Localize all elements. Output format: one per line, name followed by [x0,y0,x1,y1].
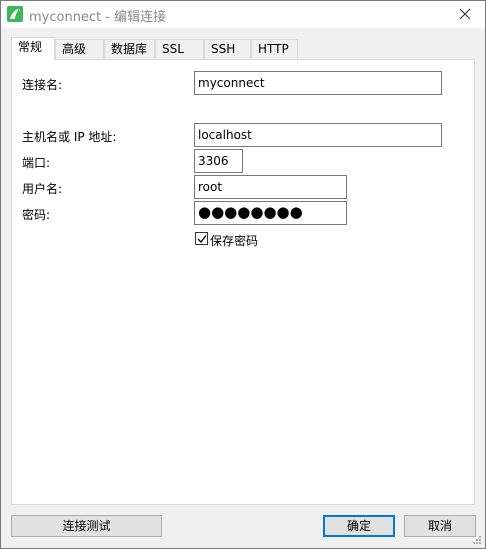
tab-http[interactable]: HTTP [251,39,298,59]
navicat-app-icon [7,6,23,22]
test-connection-button[interactable]: 连接测试 [11,515,162,537]
port-input[interactable]: 3306 [194,149,243,173]
window-title: myconnect - 编辑连接 [29,10,167,25]
connection-name-input[interactable]: myconnect [194,71,442,95]
host-label: 主机名或 IP 地址: [22,130,117,144]
username-input[interactable]: root [194,175,347,199]
resize-grip-icon[interactable] [472,535,482,545]
title-bar[interactable]: myconnect - 编辑连接 [1,1,485,28]
connection-name-label: 连接名: [22,78,63,92]
close-icon [459,8,471,20]
port-label: 端口: [22,156,51,170]
save-password-label[interactable]: 保存密码 [210,232,258,249]
password-input[interactable]: ●●●●●●●● [194,201,347,225]
tab-general[interactable]: 常规 [11,37,55,60]
tab-advanced[interactable]: 高级 [55,39,104,59]
cancel-button[interactable]: 取消 [404,515,476,537]
password-label: 密码: [22,208,51,222]
close-button[interactable] [445,1,485,28]
tab-ssl[interactable]: SSL [155,39,204,59]
edit-connection-dialog: myconnect - 编辑连接 常规 高级 数据库 SSL SSH HTTP … [0,0,486,549]
tab-database[interactable]: 数据库 [104,39,155,59]
save-password-checkbox[interactable] [195,232,208,245]
checkmark-icon [197,235,207,243]
host-input[interactable]: localhost [194,123,442,147]
tab-ssh[interactable]: SSH [204,39,251,59]
ok-button[interactable]: 确定 [323,515,395,537]
username-label: 用户名: [22,182,63,196]
